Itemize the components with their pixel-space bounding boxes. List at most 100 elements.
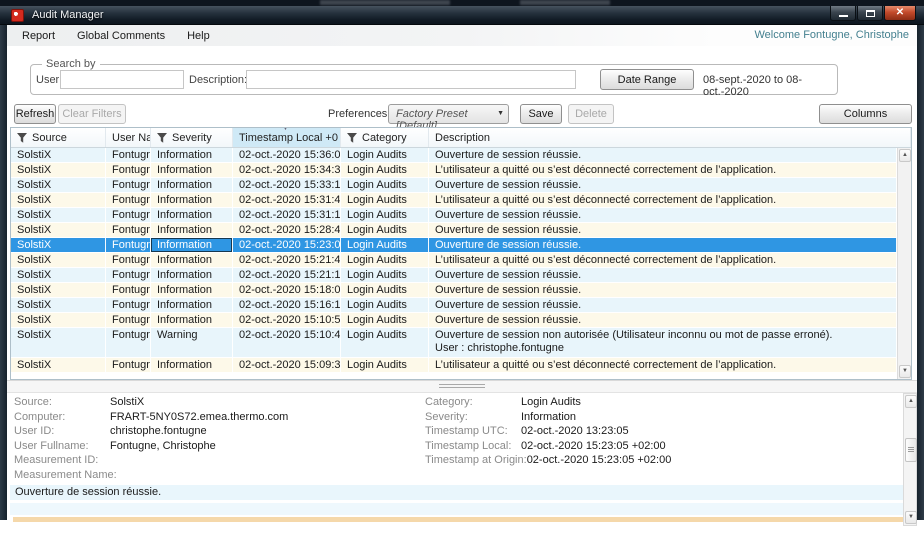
scrollbar-thumb[interactable] — [905, 438, 917, 462]
table-row[interactable]: SolstiX Fontugn Information 02-oct.-2020 15… — [11, 223, 897, 238]
refresh-button[interactable]: Refresh — [14, 104, 56, 124]
table-row[interactable]: SolstiX Fontugn Information 02-oct.-2020 15… — [11, 148, 897, 163]
description-line: Ouverture de session non autorisée (Util… — [435, 329, 833, 341]
column-header-severity[interactable]: Severity — [151, 128, 233, 147]
cell-severity: Information — [151, 178, 233, 192]
cell-timestamp: 02-oct.-2020 15:16:1 — [233, 298, 341, 312]
cell-source: SolstiX — [11, 193, 106, 207]
scroll-down-icon[interactable]: ▼ — [905, 511, 917, 524]
cell-description: Ouverture de session réussie. — [429, 208, 897, 222]
cell-description: Ouverture de session réussie. — [429, 313, 897, 327]
cell-timestamp: 02-oct.-2020 15:21:1 — [233, 268, 341, 282]
table-row[interactable]: SolstiX Fontugn Warning 02-oct.-2020 15:10:… — [11, 328, 897, 358]
table-row[interactable]: SolstiX Fontugn Information 02-oct.-2020 15… — [11, 193, 897, 208]
close-button[interactable]: ✕ — [884, 6, 916, 21]
panel-splitter[interactable] — [7, 380, 917, 393]
column-header-source[interactable]: Source — [11, 128, 106, 147]
cell-severity: Information — [151, 208, 233, 222]
window-frame-left — [0, 25, 7, 520]
cell-category: Login Audits — [341, 178, 429, 192]
cell-user-name: Fontugn — [106, 193, 151, 207]
table-row[interactable]: SolstiX Fontugn Information 02-oct.-2020 15… — [11, 163, 897, 178]
cell-severity: Information — [151, 223, 233, 237]
delete-button[interactable]: Delete — [568, 104, 614, 124]
user-search-input[interactable] — [60, 70, 184, 89]
cell-category: Login Audits — [341, 268, 429, 282]
table-row[interactable]: SolstiX Fontugn Information 02-oct.-2020 15… — [11, 283, 897, 298]
title-bar[interactable]: Audit Manager ✕ — [0, 6, 924, 25]
detail-label: User Fullname: — [14, 439, 89, 452]
clear-filters-button[interactable]: Clear Filters — [58, 104, 126, 124]
date-range-button[interactable]: Date Range — [600, 69, 694, 90]
detail-row: Source: SolstiX — [14, 396, 288, 411]
cell-category: Login Audits — [341, 253, 429, 267]
column-header-category[interactable]: Category — [341, 128, 429, 147]
minimize-button[interactable] — [830, 6, 856, 21]
table-row[interactable]: SolstiX Fontugn Information 02-oct.-2020 15… — [11, 253, 897, 268]
column-header-user-name[interactable]: User Na — [106, 128, 151, 147]
detail-row: User ID: christophe.fontugne — [14, 425, 288, 440]
column-header-timestamp-local[interactable]: Timestamp Local +0 ▼ — [233, 128, 341, 147]
detail-label: Timestamp Local: — [425, 439, 512, 452]
columns-button[interactable]: Columns — [819, 104, 912, 124]
cell-timestamp: 02-oct.-2020 15:23:0 — [233, 238, 341, 252]
description-line: Ouverture de session réussie. — [435, 179, 582, 191]
cell-user-name: Fontugn — [106, 238, 151, 252]
cell-source: SolstiX — [11, 253, 106, 267]
cell-user-name: Fontugn — [106, 253, 151, 267]
filter-icon[interactable] — [157, 132, 167, 143]
table-scrollbar[interactable]: ▲ ▼ — [897, 148, 911, 379]
column-header-label: User Na — [112, 131, 151, 144]
search-group-legend: Search by — [42, 58, 100, 70]
table-row[interactable]: SolstiX Fontugn Information 02-oct.-2020 15… — [11, 298, 897, 313]
table-row[interactable]: SolstiX Fontugn Information 02-oct.-2020 15… — [11, 268, 897, 283]
filter-icon[interactable] — [347, 132, 357, 143]
detail-row: Computer: FRART-5NY0S72.emea.thermo.com — [14, 411, 288, 426]
cell-timestamp: 02-oct.-2020 15:36:0 — [233, 148, 341, 162]
menu-item-help[interactable]: Help — [176, 27, 221, 45]
column-header-label: Source — [32, 131, 67, 144]
description-search-input[interactable] — [246, 70, 576, 89]
scroll-up-icon[interactable]: ▲ — [899, 149, 911, 162]
detail-value: SolstiX — [110, 396, 145, 408]
cell-source: SolstiX — [11, 313, 106, 327]
scroll-up-icon[interactable]: ▲ — [905, 395, 917, 408]
preferences-dropdown[interactable]: Factory Preset [Default] ▼ — [388, 104, 509, 132]
detail-label: Severity: — [425, 410, 468, 423]
cell-source: SolstiX — [11, 208, 106, 222]
window-title: Audit Manager — [32, 9, 104, 21]
detail-value: FRART-5NY0S72.emea.thermo.com — [110, 410, 289, 423]
cell-source: SolstiX — [11, 148, 106, 162]
description-label: Description: — [189, 74, 248, 86]
table-row[interactable]: SolstiX Fontugn Information 02-oct.-2020 15… — [11, 358, 897, 373]
cell-source: SolstiX — [11, 163, 106, 177]
table-row[interactable]: SolstiX Fontugn Information 02-oct.-2020 15… — [11, 178, 897, 193]
detail-label: Category: — [425, 396, 473, 408]
detail-label: Measurement ID: — [14, 454, 99, 466]
background-window-artifact — [520, 0, 610, 5]
description-line: Ouverture de session réussie. — [435, 149, 582, 161]
save-button[interactable]: Save — [520, 104, 562, 124]
maximize-button[interactable] — [857, 6, 883, 21]
cell-timestamp: 02-oct.-2020 15:10:4 — [233, 328, 341, 357]
menu-item-global-comments[interactable]: Global Comments — [66, 27, 176, 45]
cell-severity: Warning — [151, 328, 233, 357]
column-header-description[interactable]: Description — [429, 128, 911, 147]
details-scrollbar[interactable]: ▲ ▼ — [903, 393, 917, 526]
scroll-down-icon[interactable]: ▼ — [899, 365, 911, 378]
detail-label: Measurement Name: — [14, 468, 117, 481]
cell-source: SolstiX — [11, 223, 106, 237]
cell-category: Login Audits — [341, 358, 429, 372]
description-line: Ouverture de session réussie. — [435, 224, 582, 236]
detail-row: Measurement Name: — [14, 469, 288, 484]
filter-icon[interactable] — [17, 132, 27, 143]
cell-description: Ouverture de session réussie. — [429, 223, 897, 237]
table-row[interactable]: SolstiX Fontugn Information 02-oct.-2020 15… — [11, 208, 897, 223]
table-row[interactable]: SolstiX Fontugn Information 02-oct.-2020 15… — [11, 238, 897, 253]
table-row[interactable]: SolstiX Fontugn Information 02-oct.-2020 15… — [11, 313, 897, 328]
menu-item-report[interactable]: Report — [11, 27, 66, 45]
description-line: User : christophe.fontugne — [435, 342, 565, 354]
cell-category: Login Audits — [341, 313, 429, 327]
cell-description: Ouverture de session réussie. — [429, 298, 897, 312]
window-frame-right — [917, 25, 924, 520]
